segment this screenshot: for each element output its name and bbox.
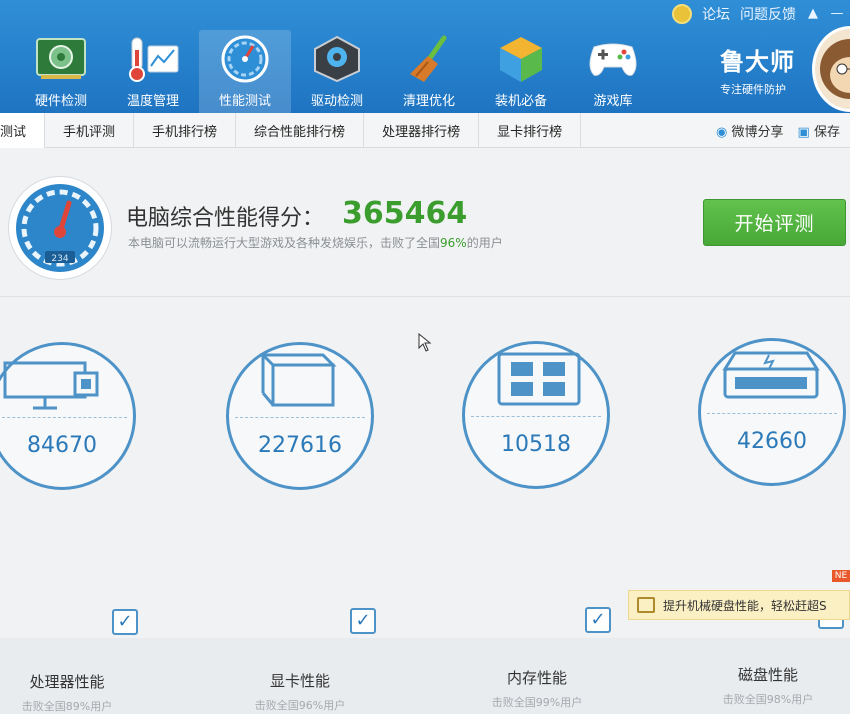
metric-value: 10518 bbox=[501, 432, 571, 457]
score-title: 电脑综合性能得分： bbox=[126, 206, 325, 231]
monitor-cpu-icon bbox=[3, 361, 99, 410]
dash-line bbox=[0, 417, 127, 418]
promo-text: 提升机械硬盘性能，轻松赶超S bbox=[663, 598, 827, 613]
hdd-icon bbox=[637, 597, 655, 613]
metric-circle: 10518 bbox=[462, 341, 610, 489]
top-header: 论坛 问题反馈 ▲ — 硬件检测 温度管理 性能测试 驱动检测 清理优化 装机必… bbox=[0, 0, 850, 113]
speedometer-icon bbox=[218, 34, 272, 84]
disk-drive-icon bbox=[722, 351, 820, 399]
tab-phone-ranking[interactable]: 手机排行榜 bbox=[134, 113, 237, 147]
nav-hardware-detect[interactable]: 硬件检测 bbox=[15, 30, 107, 113]
minimize-icon[interactable]: — bbox=[830, 7, 844, 21]
score-desc-suffix: 的用户 bbox=[466, 236, 503, 250]
feedback-link[interactable]: 问题反馈 bbox=[740, 4, 796, 24]
metric-circle: 84670 bbox=[0, 342, 136, 490]
nav-label: 性能测试 bbox=[218, 94, 271, 109]
tab-performance-test[interactable]: 测试 bbox=[0, 112, 46, 148]
score-gauge: 234 bbox=[8, 176, 112, 280]
metric-circle: 227616 bbox=[226, 342, 374, 490]
gamepad-icon bbox=[586, 34, 640, 84]
thermometer-icon bbox=[126, 34, 180, 84]
forum-link[interactable]: 论坛 bbox=[702, 4, 730, 24]
metric-value: 84670 bbox=[27, 433, 97, 458]
save-label: 保存 bbox=[813, 124, 840, 140]
nav-performance-test[interactable]: 性能测试 bbox=[199, 30, 291, 113]
dash-line bbox=[707, 413, 837, 414]
brand-slogan: 专注硬件防护 bbox=[720, 83, 786, 96]
promo-banner[interactable]: 提升机械硬盘性能，轻松赶超S bbox=[628, 590, 850, 620]
tab-phone-review[interactable]: 手机评测 bbox=[45, 113, 135, 147]
skin-icon[interactable]: ▲ bbox=[806, 7, 820, 21]
tab-cpu-ranking[interactable]: 处理器排行榜 bbox=[364, 113, 480, 147]
metric-value: 42660 bbox=[737, 429, 807, 454]
header-links: 论坛 问题反馈 ▲ — bbox=[672, 4, 844, 24]
metric-label: 内存性能 bbox=[506, 669, 567, 687]
brand-name: 鲁大师 bbox=[720, 48, 795, 76]
main-nav: 硬件检测 温度管理 性能测试 驱动检测 清理优化 装机必备 游戏库 bbox=[15, 30, 659, 113]
weibo-icon: ◉ bbox=[716, 124, 728, 140]
performance-panel: 234 电脑综合性能得分： 365464 本电脑可以流畅运行大型游戏及各种发烧娱… bbox=[0, 148, 850, 713]
divider bbox=[0, 296, 850, 297]
metric-label: 处理器性能 bbox=[29, 673, 105, 691]
weibo-share[interactable]: ◉ 微博分享 bbox=[716, 121, 784, 140]
metric-sub: 击败全国89%用户 bbox=[21, 700, 113, 713]
new-badge: NE bbox=[832, 570, 850, 582]
memory-chip-icon bbox=[497, 352, 581, 406]
metric-label: 显卡性能 bbox=[269, 672, 330, 690]
brand: 鲁大师 专注硬件防护 bbox=[720, 42, 795, 97]
nav-game-library[interactable]: 游戏库 bbox=[567, 30, 659, 113]
gear-box-icon bbox=[310, 34, 364, 84]
dash-line bbox=[235, 417, 365, 418]
nav-install-essentials[interactable]: 装机必备 bbox=[475, 30, 567, 113]
score-desc-percent: 96% bbox=[440, 236, 467, 250]
check-icon[interactable]: ✓ bbox=[350, 608, 376, 634]
dash-line bbox=[471, 416, 601, 417]
check-icon[interactable]: ✓ bbox=[112, 609, 138, 635]
start-test-button[interactable]: 开始评测 bbox=[703, 199, 846, 246]
save-screenshot[interactable]: ▣ 保存 bbox=[798, 121, 840, 140]
check-icon[interactable]: ✓ bbox=[585, 607, 611, 633]
nav-label: 游戏库 bbox=[593, 94, 633, 109]
metric-sub: 击败全国98%用户 bbox=[722, 693, 814, 706]
metric-label: 磁盘性能 bbox=[737, 666, 798, 684]
score-value: 365464 bbox=[342, 196, 468, 231]
medal-icon[interactable] bbox=[672, 4, 692, 24]
nav-temperature[interactable]: 温度管理 bbox=[107, 30, 199, 113]
metric-value: 227616 bbox=[258, 433, 342, 458]
camera-icon: ▣ bbox=[797, 124, 810, 140]
score-desc-prefix: 本电脑可以流畅运行大型游戏及各种发烧娱乐，击败了全国 bbox=[128, 236, 441, 250]
hardware-board-icon bbox=[34, 34, 88, 84]
graphics-card-icon bbox=[259, 353, 337, 407]
broom-icon bbox=[402, 34, 456, 84]
nav-label: 温度管理 bbox=[126, 94, 179, 109]
share-bar: ◉ 微博分享 ▣ 保存 bbox=[716, 113, 840, 147]
nav-label: 清理优化 bbox=[402, 94, 455, 109]
tab-overall-ranking[interactable]: 综合性能排行榜 bbox=[236, 113, 365, 147]
mascot-avatar[interactable] bbox=[812, 26, 850, 112]
nav-label: 驱动检测 bbox=[310, 94, 363, 109]
nav-driver-detect[interactable]: 驱动检测 bbox=[291, 30, 383, 113]
mouse-cursor-icon bbox=[418, 333, 432, 352]
nav-label: 装机必备 bbox=[494, 94, 547, 109]
nav-cleanup[interactable]: 清理优化 bbox=[383, 30, 475, 113]
nav-label: 硬件检测 bbox=[34, 94, 87, 109]
speedometer-icon: 234 bbox=[16, 184, 104, 272]
metric-circle: 42660 bbox=[698, 338, 846, 486]
weibo-share-label: 微博分享 bbox=[731, 124, 784, 140]
tab-gpu-ranking[interactable]: 显卡排行榜 bbox=[479, 113, 582, 147]
score-description: 本电脑可以流畅运行大型游戏及各种发烧娱乐，击败了全国96%的用户 bbox=[128, 234, 503, 251]
cube-icon bbox=[494, 34, 548, 84]
metric-sub: 击败全国99%用户 bbox=[491, 696, 583, 709]
metric-sub: 击败全国96%用户 bbox=[254, 699, 346, 712]
gauge-readout: 234 bbox=[51, 254, 68, 264]
